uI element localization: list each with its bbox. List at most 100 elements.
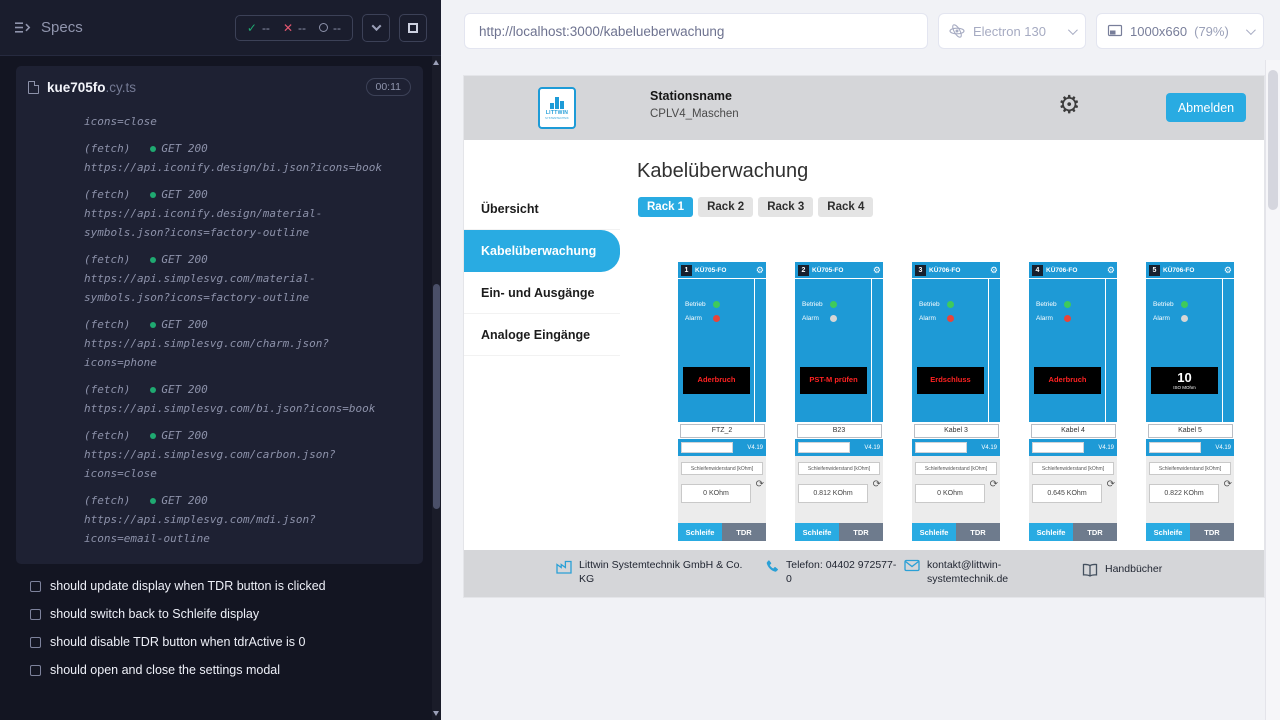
cable-name-field[interactable]: Kabel 3 bbox=[914, 424, 999, 438]
specs-label[interactable]: Specs bbox=[41, 19, 83, 36]
rack-tabs: Rack 1Rack 2Rack 3Rack 4 bbox=[638, 197, 1264, 217]
test-row[interactable]: should update display when TDR button is… bbox=[0, 572, 441, 600]
rack-tab-rack-3[interactable]: Rack 3 bbox=[758, 197, 813, 217]
refresh-icon[interactable]: ⟳ bbox=[1107, 480, 1115, 490]
test-icon bbox=[30, 581, 41, 592]
http-status: GET 200 bbox=[150, 380, 207, 399]
log-entry[interactable]: (fetch) GET 200 https://api.simplesvg.co… bbox=[28, 426, 411, 483]
status-display: Aderbruch bbox=[683, 367, 750, 394]
firmware-version: V4.19 bbox=[747, 445, 763, 451]
resistance-value: 0 KOhm bbox=[681, 484, 751, 503]
test-row[interactable]: should disable TDR button when tdrActive… bbox=[0, 628, 441, 656]
log-entry[interactable]: (fetch) GET 200 https://api.iconify.desi… bbox=[28, 185, 411, 242]
collapse-chevron-button[interactable] bbox=[362, 14, 390, 42]
status-display: 10 ISO MOhm bbox=[1151, 367, 1218, 394]
refresh-icon[interactable]: ⟳ bbox=[1224, 480, 1232, 490]
scroll-up-arrow-icon[interactable] bbox=[433, 60, 439, 65]
device-card: 3 KÜ706-FO ⚙ Betrieb Alarm Erdschluss Ka… bbox=[912, 262, 1000, 541]
test-row[interactable]: should switch back to Schleife display bbox=[0, 600, 441, 628]
stop-button[interactable] bbox=[399, 14, 427, 42]
refresh-icon[interactable]: ⟳ bbox=[873, 480, 881, 490]
card-header: 1 KÜ705-FO ⚙ bbox=[678, 262, 766, 279]
device-settings-icon[interactable]: ⚙ bbox=[1107, 266, 1115, 275]
log-entry[interactable]: (fetch) GET 200 https://api.simplesvg.co… bbox=[28, 380, 411, 418]
divider bbox=[1222, 279, 1223, 422]
schleife-button[interactable]: Schleife bbox=[795, 523, 839, 541]
phone-icon bbox=[764, 559, 779, 574]
cable-name-field[interactable]: Kabel 5 bbox=[1148, 424, 1233, 438]
footer-manuals[interactable]: Handbücher bbox=[1082, 562, 1162, 577]
stage: http://localhost:3000/kabelueberwachung … bbox=[441, 0, 1280, 720]
log-entry[interactable]: (fetch) GET 200 https://api.simplesvg.co… bbox=[28, 491, 411, 548]
log-entry[interactable]: (fetch) GET 200 https://api.simplesvg.co… bbox=[28, 250, 411, 307]
rack-tab-rack-2[interactable]: Rack 2 bbox=[698, 197, 753, 217]
device-settings-icon[interactable]: ⚙ bbox=[756, 266, 764, 275]
sidebar-nav-item-ein-und-ausg-nge[interactable]: Ein- und Ausgänge bbox=[464, 272, 620, 314]
browser-selector[interactable]: Electron 130 bbox=[938, 13, 1086, 49]
divider bbox=[988, 279, 989, 422]
page-scrollbar[interactable] bbox=[1265, 60, 1280, 720]
schleife-button[interactable]: Schleife bbox=[678, 523, 722, 541]
sidebar-nav-item-kabel-berwachung[interactable]: Kabelüberwachung bbox=[464, 230, 620, 272]
tdr-button[interactable]: TDR bbox=[956, 523, 1000, 541]
cable-name-row: B23 bbox=[795, 422, 883, 439]
specs-menu-icon[interactable] bbox=[14, 21, 31, 34]
tdr-button[interactable]: TDR bbox=[839, 523, 883, 541]
gear-icon[interactable]: ⚙ bbox=[1058, 93, 1080, 118]
address-bar[interactable]: http://localhost:3000/kabelueberwachung bbox=[464, 13, 928, 49]
tdr-button[interactable]: TDR bbox=[722, 523, 766, 541]
spec-header-row[interactable]: kue705fo .cy.ts 00:11 bbox=[16, 66, 423, 108]
command-log: icons=close (fetch) GET 200 https://api.… bbox=[16, 108, 423, 558]
scroll-down-arrow-icon[interactable] bbox=[433, 711, 439, 716]
cable-name-field[interactable]: Kabel 4 bbox=[1031, 424, 1116, 438]
cable-name-field[interactable]: FTZ_2 bbox=[680, 424, 765, 438]
device-card: 4 KÜ706-FO ⚙ Betrieb Alarm Aderbruch Kab… bbox=[1029, 262, 1117, 541]
resistance-value: 0.812 KOhm bbox=[798, 484, 868, 503]
tdr-button[interactable]: TDR bbox=[1190, 523, 1234, 541]
version-field bbox=[798, 442, 850, 453]
station-value: CPLV4_Maschen bbox=[650, 108, 739, 120]
request-url: https://api.simplesvg.com/mdi.json?icons… bbox=[84, 510, 390, 548]
device-settings-icon[interactable]: ⚙ bbox=[873, 266, 881, 275]
device-settings-icon[interactable]: ⚙ bbox=[1224, 266, 1232, 275]
viewport-indicator[interactable]: 1000x660 (79%) bbox=[1096, 13, 1264, 49]
log-entry[interactable]: icons=close bbox=[28, 112, 411, 131]
runner-scrollbar[interactable] bbox=[432, 56, 441, 720]
spec-extension: .cy.ts bbox=[106, 80, 137, 95]
success-dot-icon bbox=[150, 257, 156, 263]
sidebar-nav-item-analoge-eing-nge[interactable]: Analoge Eingänge bbox=[464, 314, 620, 356]
rack-tab-rack-4[interactable]: Rack 4 bbox=[818, 197, 873, 217]
logout-button[interactable]: Abmelden bbox=[1166, 93, 1246, 122]
refresh-icon[interactable]: ⟳ bbox=[990, 480, 998, 490]
log-entry[interactable]: (fetch) GET 200 https://api.iconify.desi… bbox=[28, 139, 411, 177]
test-row[interactable]: should open and close the settings modal bbox=[0, 656, 441, 684]
schleife-button[interactable]: Schleife bbox=[1029, 523, 1073, 541]
card-body: Betrieb Alarm Erdschluss bbox=[912, 279, 1000, 422]
refresh-icon[interactable]: ⟳ bbox=[756, 480, 764, 490]
schleife-button[interactable]: Schleife bbox=[912, 523, 956, 541]
betrieb-row: Betrieb bbox=[1029, 279, 1117, 308]
card-buttons: Schleife TDR bbox=[1146, 523, 1234, 541]
card-buttons: Schleife TDR bbox=[1029, 523, 1117, 541]
page-scrollbar-thumb[interactable] bbox=[1268, 70, 1278, 210]
request-url: https://api.simplesvg.com/material-symbo… bbox=[84, 269, 390, 307]
cypress-runner-panel: Specs ✓-- ✕-- -- kue705fo .cy.ts 00:11 i… bbox=[0, 0, 441, 720]
cable-name-row: Kabel 5 bbox=[1146, 422, 1234, 439]
resistance-label: Schleifenwiderstand [kOhm] bbox=[915, 462, 997, 475]
log-entry[interactable]: (fetch) GET 200 https://api.simplesvg.co… bbox=[28, 315, 411, 372]
app-footer: Littwin Systemtechnik GmbH & Co. KG Tele… bbox=[464, 550, 1264, 597]
test-title: should disable TDR button when tdrActive… bbox=[50, 635, 305, 649]
rack-tab-rack-1[interactable]: Rack 1 bbox=[638, 197, 693, 217]
resistance-label: Schleifenwiderstand [kOhm] bbox=[1032, 462, 1114, 475]
device-settings-icon[interactable]: ⚙ bbox=[990, 266, 998, 275]
tdr-button[interactable]: TDR bbox=[1073, 523, 1117, 541]
version-row: V4.19 bbox=[1146, 439, 1234, 456]
cable-name-row: Kabel 3 bbox=[912, 422, 1000, 439]
runner-scrollbar-thumb[interactable] bbox=[433, 284, 440, 509]
schleife-button[interactable]: Schleife bbox=[1146, 523, 1190, 541]
sidebar-nav-item--bersicht[interactable]: Übersicht bbox=[464, 188, 620, 230]
cable-name-field[interactable]: B23 bbox=[797, 424, 882, 438]
device-number-badge: 3 bbox=[915, 265, 926, 276]
station-info: Stationsname CPLV4_Maschen bbox=[650, 89, 739, 120]
fetch-label: (fetch) bbox=[84, 139, 130, 158]
